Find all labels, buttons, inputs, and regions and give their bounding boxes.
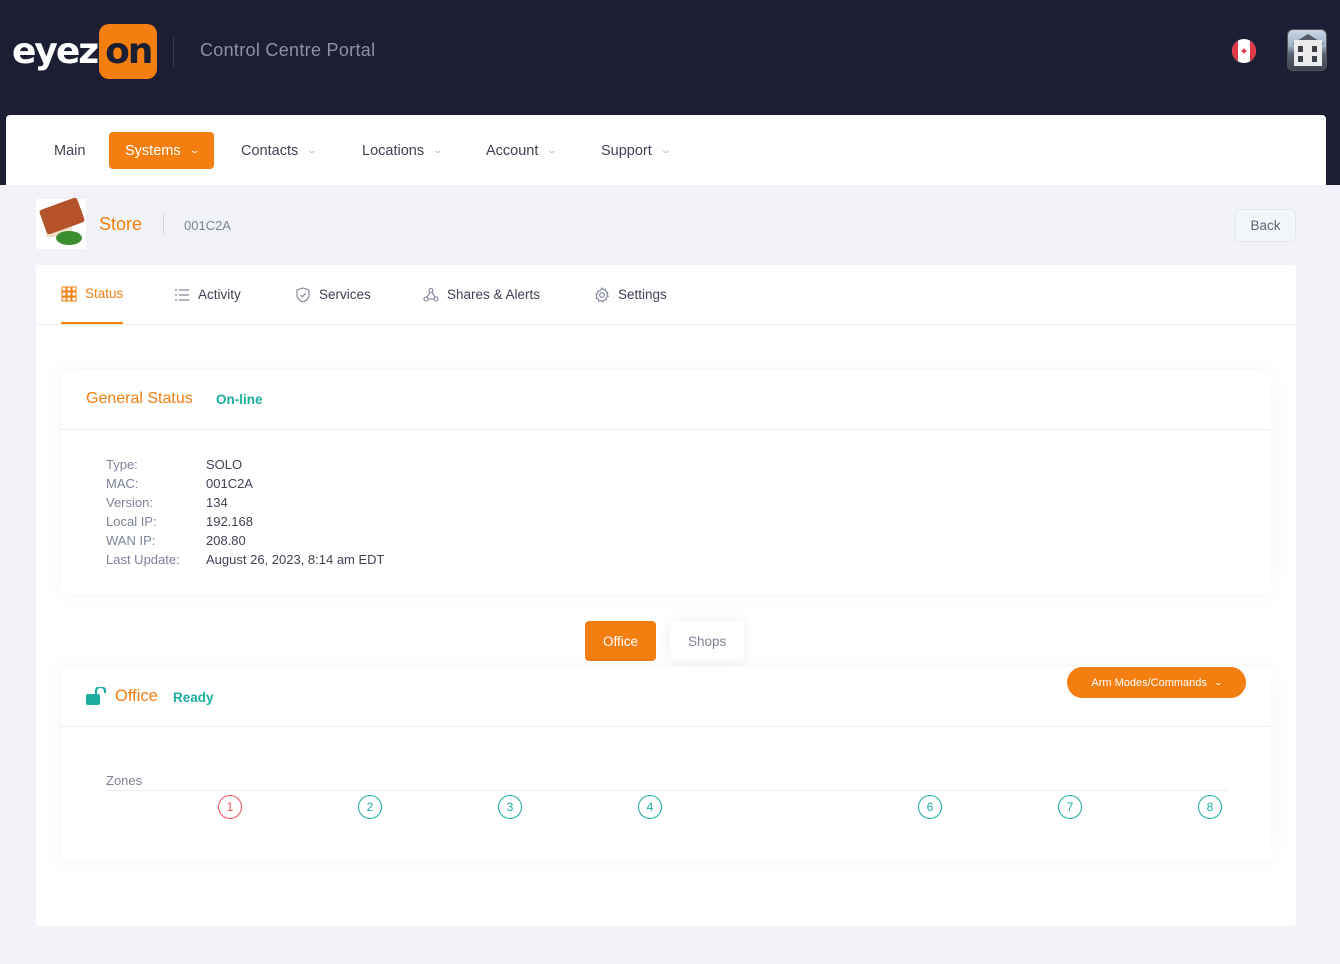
zone-7[interactable]: 7 [1058, 795, 1082, 819]
page-title: Store [99, 214, 143, 234]
tab-settings[interactable]: Settings [594, 265, 667, 324]
chevron-down-icon: ⌄ [546, 145, 558, 155]
nav-contacts-label: Contacts [241, 142, 299, 159]
online-status: On-line [216, 392, 263, 407]
nav-main-label: Main [54, 142, 86, 159]
chevron-down-icon: ⌄ [659, 145, 672, 155]
tab-activity[interactable]: Activity [174, 265, 241, 324]
nav-account[interactable]: Account ⌄ [486, 132, 558, 169]
zones-label: Zones [106, 773, 143, 788]
nav-locations-label: Locations [362, 142, 425, 159]
field-wan-ip-value: 208.80 [206, 533, 246, 548]
general-status-header: General Status On-line [61, 370, 1271, 430]
tab-status-label: Status [85, 286, 124, 301]
nav-contacts[interactable]: Contacts ⌄ [241, 132, 318, 169]
list-icon [175, 288, 189, 301]
logo-text-right: on [99, 24, 158, 79]
chevron-down-icon: ⌄ [188, 145, 201, 155]
canada-flag-icon[interactable]: ✦ [1232, 39, 1256, 63]
field-mac-label: MAC: [106, 476, 139, 491]
nav-account-label: Account [486, 142, 539, 159]
nav-locations[interactable]: Locations ⌄ [362, 132, 444, 169]
nav-support-label: Support [601, 142, 652, 159]
grid-icon [61, 286, 77, 301]
zone-6[interactable]: 6 [918, 795, 942, 819]
tab-settings-label: Settings [618, 287, 667, 302]
title-divider [163, 213, 164, 235]
tab-activity-label: Activity [198, 287, 241, 302]
tab-services[interactable]: Services [295, 265, 371, 324]
back-button[interactable]: Back [1235, 209, 1296, 242]
general-status-card: General Status On-line Type: SOLO MAC: 0… [61, 370, 1271, 594]
store-id: 001C2A [184, 218, 231, 233]
field-last-update-label: Last Update: [106, 552, 180, 567]
field-version-value: 134 [206, 495, 228, 510]
field-wan-ip-label: WAN IP: [106, 533, 156, 548]
shield-icon [296, 286, 310, 303]
zone-1[interactable]: 1 [218, 795, 242, 819]
field-type-label: Type: [106, 457, 138, 472]
office-title: Office [115, 687, 158, 705]
avatar[interactable] [1287, 29, 1327, 71]
nav-main[interactable]: Main [54, 132, 85, 169]
office-header: Office Ready Arm Modes/Commands ⌄ [61, 667, 1271, 727]
field-local-ip-label: Local IP: [106, 514, 157, 529]
field-mac-value: 001C2A [206, 476, 253, 491]
header-divider [173, 37, 174, 67]
zones-divider [106, 790, 1228, 791]
zone-4[interactable]: 4 [638, 795, 662, 819]
nav-systems-label: Systems [125, 142, 181, 159]
ready-status: Ready [173, 690, 214, 705]
zone-3[interactable]: 3 [498, 795, 522, 819]
share-network-icon [423, 287, 439, 302]
chevron-down-icon: ⌄ [1213, 678, 1224, 687]
tab-shares-alerts-label: Shares & Alerts [447, 287, 541, 302]
system-card: Status Activity Services Shares & Alerts… [36, 265, 1296, 926]
general-status-title: General Status [86, 390, 193, 407]
zone-2[interactable]: 2 [358, 795, 382, 819]
office-partition-card: Office Ready Arm Modes/Commands ⌄ Zones … [61, 667, 1271, 861]
logo-text-left: eyez [12, 31, 99, 72]
system-tabs: Status Activity Services Shares & Alerts… [36, 265, 1296, 325]
partition-tabs: Office Shops [585, 621, 745, 661]
arm-modes-label: Arm Modes/Commands [1091, 676, 1207, 689]
nav-systems[interactable]: Systems ⌄ [109, 132, 215, 169]
unlock-icon [86, 687, 106, 705]
zone-8[interactable]: 8 [1198, 795, 1222, 819]
partition-shops-button[interactable]: Shops [670, 621, 745, 661]
tab-services-label: Services [319, 287, 371, 302]
main-nav: Main Systems ⌄ Contacts ⌄ Locations ⌄ Ac… [6, 115, 1326, 185]
tab-status[interactable]: Status [61, 265, 124, 324]
eyezon-logo[interactable]: eyez on [12, 24, 158, 79]
chevron-down-icon: ⌄ [306, 145, 318, 155]
chevron-down-icon: ⌄ [432, 145, 444, 155]
field-last-update-value: August 26, 2023, 8:14 am EDT [206, 552, 385, 567]
portal-title: Control Centre Portal [200, 40, 376, 60]
field-version-label: Version: [106, 495, 153, 510]
partition-office-button[interactable]: Office [585, 621, 657, 661]
tab-shares-alerts[interactable]: Shares & Alerts [423, 265, 540, 324]
gear-icon [595, 286, 609, 303]
field-local-ip-value: 192.168 [206, 514, 253, 529]
nav-support[interactable]: Support ⌄ [601, 132, 672, 169]
store-house-icon [36, 196, 86, 249]
arm-modes-button[interactable]: Arm Modes/Commands ⌄ [1067, 667, 1246, 698]
field-type-value: SOLO [206, 457, 243, 472]
